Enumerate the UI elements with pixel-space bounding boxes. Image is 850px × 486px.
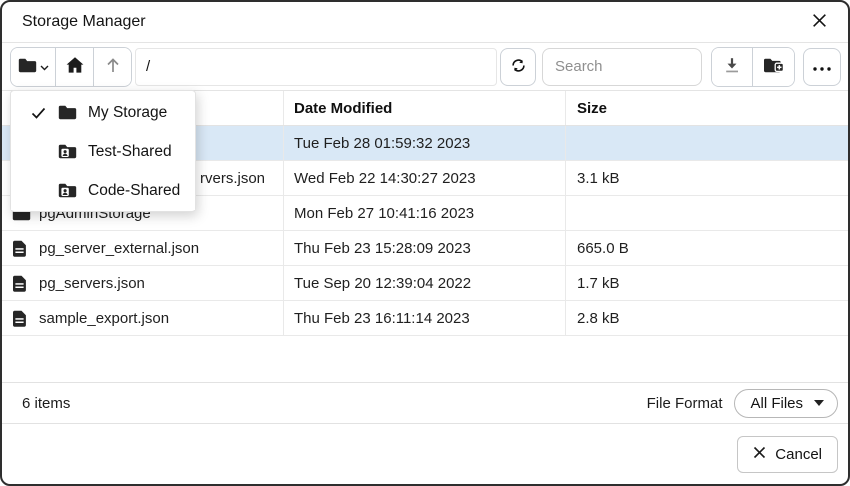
file-size bbox=[566, 126, 848, 160]
download-button[interactable] bbox=[712, 48, 752, 86]
file-date-modified: Thu Feb 23 15:28:09 2023 bbox=[284, 231, 566, 265]
close-icon bbox=[811, 12, 828, 32]
menu-item-label: Test-Shared bbox=[88, 143, 172, 161]
folder-icon bbox=[18, 58, 37, 76]
cancel-label: Cancel bbox=[775, 446, 822, 463]
check-icon bbox=[31, 107, 58, 119]
nav-button-group bbox=[10, 47, 132, 87]
table-row[interactable]: pg_server_external.json Thu Feb 23 15:28:… bbox=[2, 231, 848, 266]
path-input[interactable] bbox=[135, 48, 497, 86]
menu-item-test-shared[interactable]: Test-Shared bbox=[11, 132, 195, 171]
file-size: 1.7 kB bbox=[566, 266, 848, 300]
refresh-icon bbox=[509, 56, 528, 78]
file-date-modified: Wed Feb 22 14:30:27 2023 bbox=[284, 161, 566, 195]
close-button[interactable] bbox=[806, 9, 832, 35]
file-size bbox=[566, 196, 848, 230]
file-format-value: All Files bbox=[750, 395, 803, 412]
ellipsis-icon bbox=[813, 59, 831, 74]
file-date-modified: Thu Feb 23 16:11:14 2023 bbox=[284, 301, 566, 335]
titlebar: Storage Manager bbox=[2, 2, 848, 43]
refresh-button[interactable] bbox=[500, 48, 536, 86]
menu-item-label: Code-Shared bbox=[88, 182, 180, 200]
items-count: 6 items bbox=[22, 395, 70, 412]
menu-item-my-storage[interactable]: My Storage bbox=[11, 93, 195, 132]
more-options-button[interactable] bbox=[803, 48, 841, 86]
search-input[interactable] bbox=[542, 48, 702, 86]
file-date-modified: Tue Feb 28 01:59:32 2023 bbox=[284, 126, 566, 160]
footer-bar: 6 items File Format All Files bbox=[2, 382, 848, 424]
table-row[interactable]: pg_servers.json Tue Sep 20 12:39:04 20221… bbox=[2, 266, 848, 301]
new-folder-button[interactable] bbox=[752, 48, 794, 86]
column-header-size[interactable]: Size bbox=[566, 91, 848, 125]
arrow-up-icon bbox=[105, 56, 121, 77]
file-name: rvers.json bbox=[200, 170, 265, 187]
file-format-select[interactable]: All Files bbox=[734, 389, 838, 418]
column-header-date-modified[interactable]: Date Modified bbox=[284, 91, 566, 125]
menu-item-label: My Storage bbox=[88, 104, 167, 122]
chevron-down-icon bbox=[40, 59, 49, 74]
storage-manager-dialog: Storage Manager bbox=[0, 0, 850, 486]
file-icon bbox=[12, 275, 31, 292]
menu-item-code-shared[interactable]: Code-Shared bbox=[11, 171, 195, 210]
file-size: 665.0 B bbox=[566, 231, 848, 265]
storage-select-button[interactable] bbox=[11, 48, 55, 86]
file-ops-button-group bbox=[711, 47, 795, 87]
file-date-modified: Mon Feb 27 10:41:16 2023 bbox=[284, 196, 566, 230]
cancel-button[interactable]: Cancel bbox=[737, 436, 838, 473]
folder-icon bbox=[58, 105, 78, 120]
table-row[interactable]: sample_export.json Thu Feb 23 16:11:14 20… bbox=[2, 301, 848, 336]
new-folder-icon bbox=[763, 57, 785, 77]
file-name: pg_servers.json bbox=[39, 275, 145, 292]
cancel-x-icon bbox=[753, 446, 766, 463]
storage-select-menu: My Storage Test-Shared Code-Shared bbox=[10, 90, 196, 212]
file-date-modified: Tue Sep 20 12:39:04 2022 bbox=[284, 266, 566, 300]
home-icon bbox=[65, 56, 85, 77]
action-bar: Cancel bbox=[2, 424, 848, 484]
dialog-title: Storage Manager bbox=[22, 13, 146, 31]
toolbar bbox=[2, 43, 848, 91]
shared-folder-icon bbox=[58, 144, 78, 159]
up-directory-button[interactable] bbox=[93, 48, 131, 86]
file-name: pg_server_external.json bbox=[39, 240, 199, 257]
file-icon bbox=[12, 240, 31, 257]
download-icon bbox=[723, 56, 741, 77]
shared-folder-icon bbox=[58, 183, 78, 198]
file-name: sample_export.json bbox=[39, 310, 169, 327]
caret-down-icon bbox=[814, 400, 824, 406]
file-format-label: File Format bbox=[647, 395, 723, 412]
file-icon bbox=[12, 310, 31, 327]
file-size: 3.1 kB bbox=[566, 161, 848, 195]
file-size: 2.8 kB bbox=[566, 301, 848, 335]
home-button[interactable] bbox=[55, 48, 93, 86]
